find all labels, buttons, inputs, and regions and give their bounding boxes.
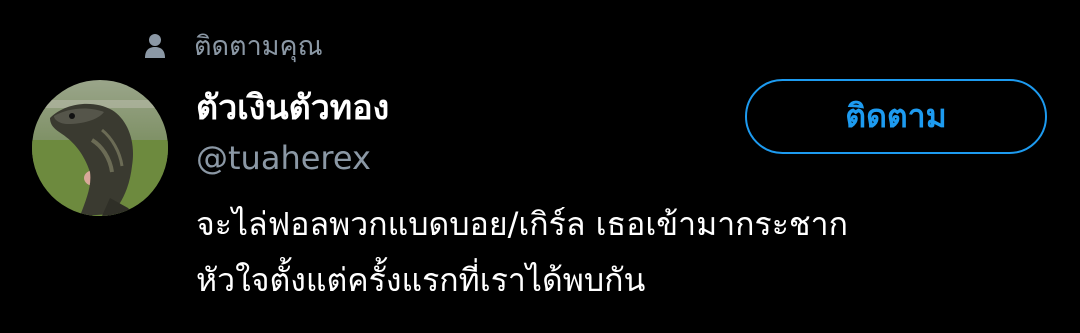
bio-line-2: หัวใจตั้งแต่ครั้งแรกที่เราได้พบกัน [196, 261, 646, 299]
follows-you-label: ติดตามคุณ [194, 30, 323, 62]
user-handle[interactable]: @tuaherex [196, 134, 736, 182]
follow-button[interactable]: ติดตาม [745, 79, 1047, 154]
person-icon [142, 31, 168, 61]
follows-you-indicator: ติดตามคุณ [142, 26, 323, 66]
user-bio: จะไล่ฟอลพวกแบดบอย/เกิร์ล เธอเข้ามากระชาก… [196, 196, 1056, 308]
bio-line-1: จะไล่ฟอลพวกแบดบอย/เกิร์ล เธอเข้ามากระชาก [196, 205, 848, 243]
avatar[interactable] [32, 80, 168, 216]
display-name[interactable]: ตัวเงินตัวทอง [196, 82, 736, 134]
user-info: ตัวเงินตัวทอง @tuaherex [196, 82, 736, 182]
monitor-lizard-avatar-image [32, 80, 168, 216]
